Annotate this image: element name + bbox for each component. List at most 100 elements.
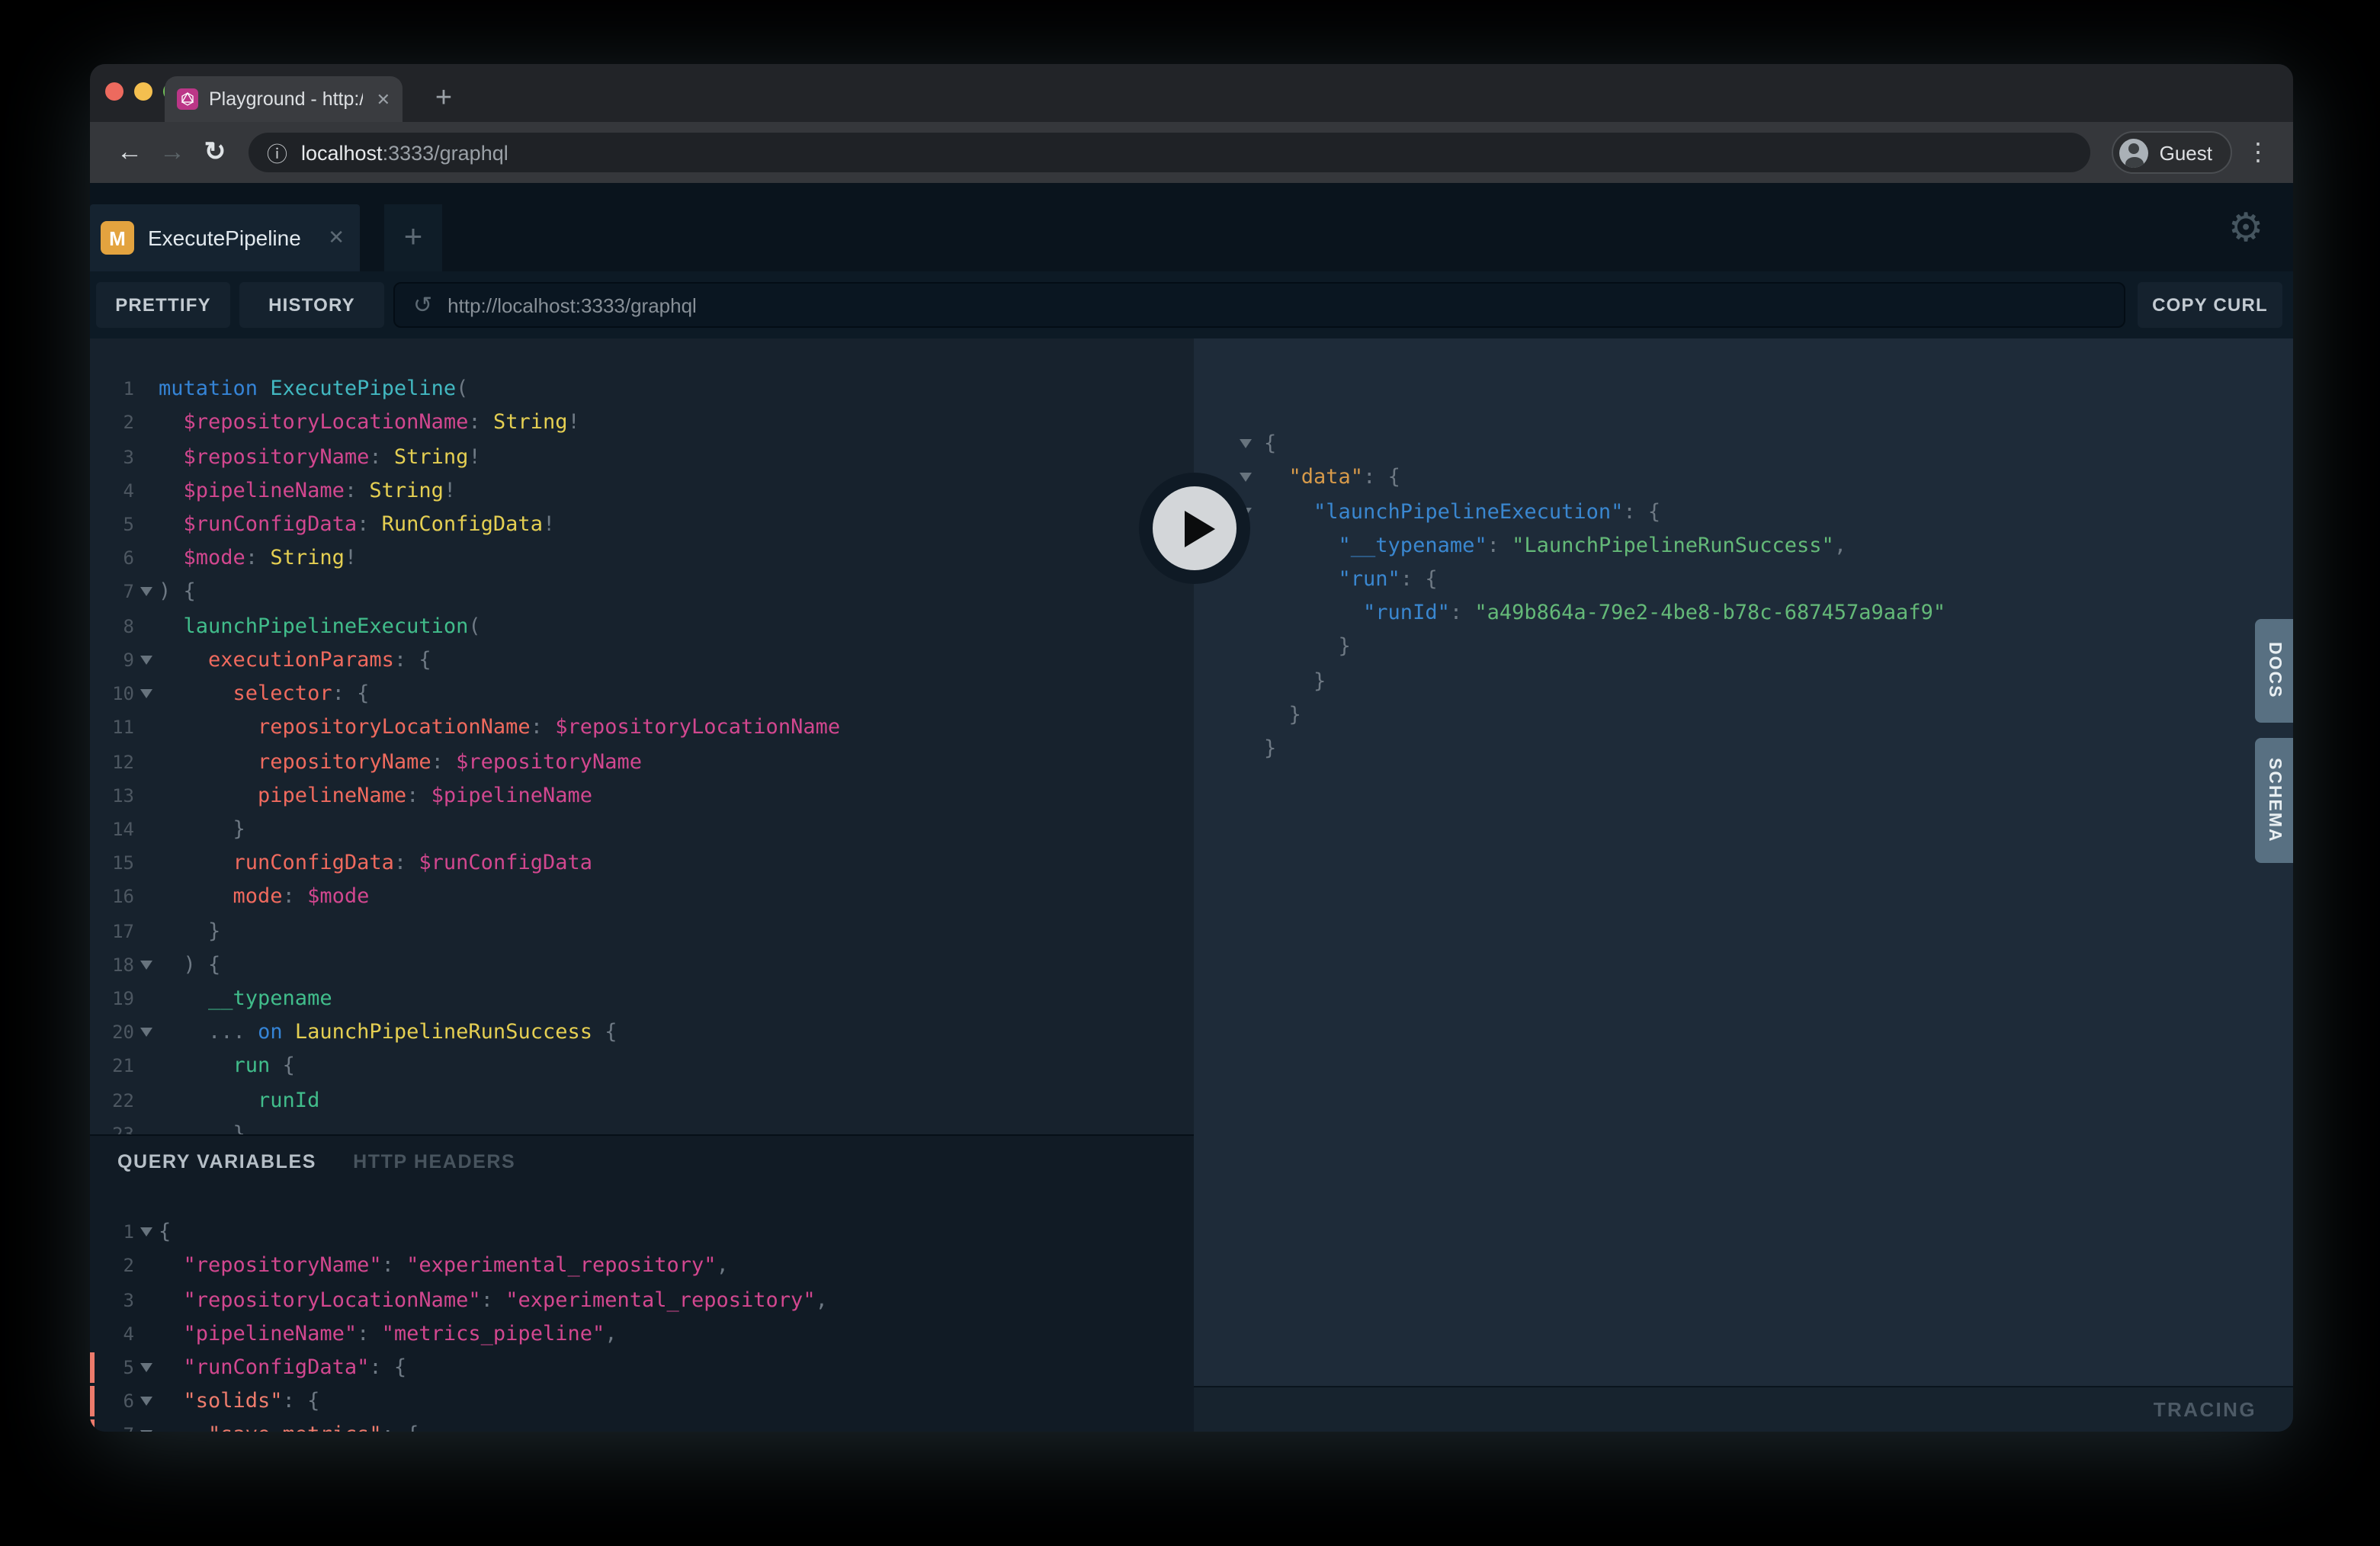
browser-tab-strip: Playground - http://localhost:3 ✕ + xyxy=(90,64,2293,122)
line-number: 3 xyxy=(90,1289,134,1310)
code-text: __typename xyxy=(159,986,332,1011)
schema-side-tab[interactable]: SCHEMA xyxy=(2255,738,2293,863)
query-variables-panel[interactable]: QUERY VARIABLES HTTP HEADERS 1{2 "reposi… xyxy=(90,1134,1194,1432)
playground-tab-close-icon[interactable]: ✕ xyxy=(328,226,345,250)
play-icon xyxy=(1153,486,1237,570)
code-line: 7 "save_metrics": { xyxy=(90,1419,1194,1432)
line-number: 13 xyxy=(90,784,134,806)
copy-curl-button[interactable]: COPY CURL xyxy=(2138,282,2282,328)
code-line: 2 $repositoryLocationName: String! xyxy=(90,406,1194,439)
code-line: 5 $runConfigData: RunConfigData! xyxy=(90,508,1194,541)
code-text: { xyxy=(1264,431,1276,456)
tracing-label[interactable]: TRACING xyxy=(2154,1398,2257,1421)
tab-http-headers[interactable]: HTTP HEADERS xyxy=(353,1151,515,1172)
history-button[interactable]: HISTORY xyxy=(239,282,384,328)
line-number: 2 xyxy=(90,1256,134,1277)
fold-arrow-icon[interactable] xyxy=(134,961,159,970)
new-tab-button[interactable]: + xyxy=(424,79,463,119)
code-text: run { xyxy=(159,1054,295,1079)
code-line: 3 "repositoryLocationName": "experimenta… xyxy=(90,1283,1194,1317)
fold-arrow-icon[interactable] xyxy=(134,1363,159,1372)
code-line: 14 } xyxy=(90,813,1194,846)
code-text: } xyxy=(1264,703,1301,727)
code-line: 11 repositoryLocationName: $repositoryLo… xyxy=(90,710,1194,744)
line-number: 20 xyxy=(90,1022,134,1044)
code-text: "repositoryLocationName": "experimental_… xyxy=(159,1288,828,1312)
tab-query-variables[interactable]: QUERY VARIABLES xyxy=(117,1151,316,1172)
browser-menu-icon[interactable]: ⋮ xyxy=(2241,131,2275,174)
browser-tab[interactable]: Playground - http://localhost:3 ✕ xyxy=(165,76,403,122)
code-text: "repositoryName": "experimental_reposito… xyxy=(159,1254,729,1278)
fold-arrow-icon[interactable] xyxy=(134,1028,159,1038)
response-json: { "data": { "launchPipelineExecution": {… xyxy=(1194,427,2293,765)
minimize-window-button[interactable] xyxy=(134,82,152,101)
line-number: 23 xyxy=(90,1124,134,1134)
close-window-button[interactable] xyxy=(105,82,123,101)
code-line: 8 launchPipelineExecution( xyxy=(90,609,1194,643)
endpoint-refresh-icon[interactable]: ↺ xyxy=(413,291,432,319)
query-code: 1mutation ExecutePipeline(2 $repositoryL… xyxy=(90,372,1194,1134)
endpoint-url: http://localhost:3333/graphql xyxy=(447,293,697,316)
browser-tab-close-icon[interactable]: ✕ xyxy=(374,89,390,109)
line-number: 1 xyxy=(90,1221,134,1243)
address-bar[interactable]: ⓘ localhost :3333/graphql xyxy=(249,133,2091,172)
fold-arrow-icon[interactable] xyxy=(134,588,159,597)
profile-button[interactable]: Guest xyxy=(2112,131,2232,174)
code-line: 4 "pipelineName": "metrics_pipeline", xyxy=(90,1317,1194,1350)
code-line: 2 "repositoryName": "experimental_reposi… xyxy=(90,1249,1194,1282)
code-line: "runId": "a49b864a-79e2-4be8-b78c-687457… xyxy=(1194,596,2293,630)
response-pane[interactable]: { "data": { "launchPipelineExecution": {… xyxy=(1194,338,2293,1386)
browser-tab-title: Playground - http://localhost:3 xyxy=(209,88,363,110)
site-info-icon[interactable]: ⓘ xyxy=(267,137,287,168)
line-number: 5 xyxy=(90,1357,134,1378)
settings-gear-icon[interactable]: ⚙ xyxy=(2223,204,2269,250)
fold-arrow-icon[interactable] xyxy=(134,1431,159,1432)
line-number: 22 xyxy=(90,1089,134,1111)
graphql-favicon-icon xyxy=(177,88,198,110)
fold-arrow-icon[interactable] xyxy=(1230,439,1264,448)
code-text: } xyxy=(1264,669,1326,693)
execute-play-button[interactable] xyxy=(1139,473,1250,584)
code-text: repositoryLocationName: $repositoryLocat… xyxy=(159,716,840,740)
code-text: pipelineName: $pipelineName xyxy=(159,783,592,807)
playground-tab-bar: M ExecutePipeline ✕ + ⚙ xyxy=(90,183,2293,271)
url-path: :3333/graphql xyxy=(383,141,508,164)
code-line: 12 repositoryName: $repositoryName xyxy=(90,745,1194,778)
code-line: 7) { xyxy=(90,576,1194,609)
fold-arrow-icon[interactable] xyxy=(134,1227,159,1236)
fold-arrow-icon[interactable] xyxy=(1230,473,1264,483)
url-host: localhost xyxy=(301,141,383,164)
docs-side-tab[interactable]: DOCS xyxy=(2255,619,2293,723)
code-line: 4 $pipelineName: String! xyxy=(90,473,1194,507)
code-line: 19 __typename xyxy=(90,982,1194,1015)
forward-button-icon[interactable]: → xyxy=(151,131,194,174)
line-number: 15 xyxy=(90,852,134,874)
code-line: "data": { xyxy=(1194,460,2293,494)
variables-header: QUERY VARIABLES HTTP HEADERS xyxy=(117,1151,515,1172)
playground-tab-title: ExecutePipeline xyxy=(148,226,314,250)
back-button-icon[interactable]: ← xyxy=(108,131,151,174)
query-editor[interactable]: 1mutation ExecutePipeline(2 $repositoryL… xyxy=(90,338,1194,1134)
code-line: "__typename": "LaunchPipelineRunSuccess"… xyxy=(1194,528,2293,562)
code-text: "launchPipelineExecution": { xyxy=(1264,499,1660,524)
prettify-button[interactable]: PRETTIFY xyxy=(96,282,230,328)
fold-arrow-icon[interactable] xyxy=(134,1397,159,1406)
line-number: 17 xyxy=(90,920,134,941)
endpoint-input[interactable]: ↺ http://localhost:3333/graphql xyxy=(393,282,2125,328)
code-line: 10 selector: { xyxy=(90,677,1194,710)
playground-tab-executepipeline[interactable]: M ExecutePipeline ✕ xyxy=(90,204,360,271)
code-line: 1mutation ExecutePipeline( xyxy=(90,372,1194,406)
fold-arrow-icon[interactable] xyxy=(134,656,159,665)
code-line: 23 } xyxy=(90,1118,1194,1134)
code-text: selector: { xyxy=(159,682,369,706)
reload-button-icon[interactable]: ↻ xyxy=(194,131,236,174)
playground-new-tab-button[interactable]: + xyxy=(384,204,442,271)
fold-arrow-icon[interactable] xyxy=(134,689,159,698)
mutation-badge: M xyxy=(101,221,134,255)
code-text: $repositoryName: String! xyxy=(159,444,481,469)
code-text: "save_metrics": { xyxy=(159,1423,419,1432)
code-text: "runId": "a49b864a-79e2-4be8-b78c-687457… xyxy=(1264,601,1945,625)
lint-marker xyxy=(90,1352,95,1383)
code-line: } xyxy=(1194,630,2293,664)
line-number: 4 xyxy=(90,1323,134,1345)
